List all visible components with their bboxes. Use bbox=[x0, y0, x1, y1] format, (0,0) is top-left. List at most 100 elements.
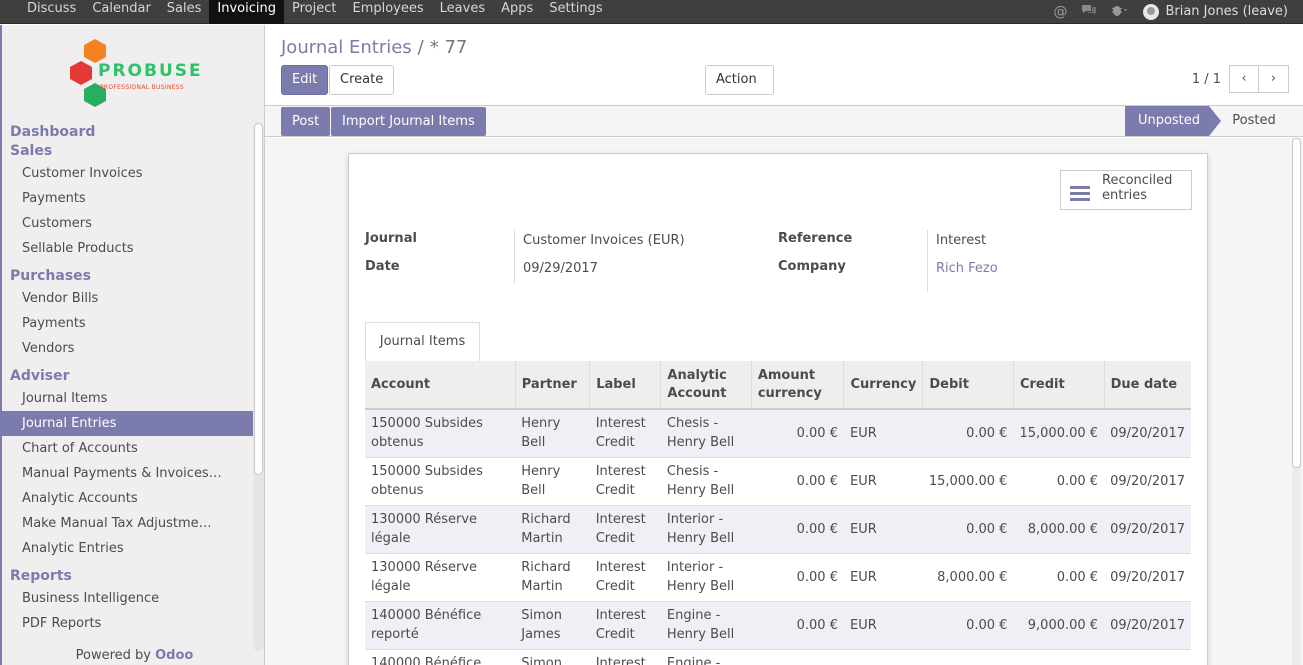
sidebar-item-journal-items[interactable]: Journal Items bbox=[10, 386, 253, 411]
col-credit[interactable]: Credit bbox=[1013, 361, 1105, 410]
table-row[interactable]: 150000 Subsides obtenus Henry Bell Interes… bbox=[365, 457, 1191, 506]
sidebar-item-business-intelligence[interactable]: ▶Business Intelligence bbox=[10, 586, 253, 611]
sidebar-section-purchases[interactable]: Purchases bbox=[10, 267, 253, 286]
sidebar-scrollbar[interactable] bbox=[253, 123, 264, 651]
cell-currency: EUR bbox=[843, 601, 923, 650]
sidebar-item-payments[interactable]: Payments bbox=[10, 186, 253, 211]
main-content: Journal Entries / * 77 Edit Create Action … bbox=[265, 25, 1303, 665]
cell-partner: Simon James bbox=[515, 649, 590, 665]
cell-partner: Henry Bell bbox=[515, 457, 590, 506]
logo-hex-red bbox=[70, 61, 92, 85]
cell-debit: 0.00 € bbox=[922, 505, 1014, 554]
action-dropdown[interactable]: Action ▼ bbox=[705, 65, 774, 113]
cell-amount-currency: 0.00 € bbox=[751, 457, 844, 506]
app-menu: Discuss Calendar Sales Invoicing Project… bbox=[19, 0, 611, 24]
company-logo: PROBUSE PROFESSIONAL BUSINESS bbox=[66, 37, 206, 113]
sidebar-item-journal-entries[interactable]: Journal Entries bbox=[2, 411, 253, 436]
table-row[interactable]: 130000 Réserve légale Richard Martin Inter… bbox=[365, 553, 1191, 602]
table-row[interactable]: 140000 Bénéfice reportéSimon JamesIntere… bbox=[365, 601, 1191, 650]
sidebar-section-sales[interactable]: Sales bbox=[10, 142, 253, 161]
cell-currency: EUR bbox=[843, 457, 923, 506]
stage-posted[interactable]: Posted bbox=[1219, 106, 1289, 136]
reconciled-entries-button[interactable]: Reconciled entries bbox=[1060, 170, 1192, 210]
menu-sales[interactable]: Sales bbox=[159, 0, 210, 24]
chevron-right-icon[interactable]: › bbox=[1259, 65, 1289, 93]
sidebar-item-customers[interactable]: Customers bbox=[10, 211, 253, 236]
cell-partner: Simon James bbox=[515, 601, 590, 650]
cell-partner: Richard Martin bbox=[515, 505, 590, 554]
bug-icon[interactable] bbox=[1111, 3, 1129, 21]
table-row[interactable]: 150000 Subsides obtenus Henry Bell Interes… bbox=[365, 409, 1191, 458]
cell-debit: 9,000.00 € bbox=[922, 649, 1014, 665]
sidebar-scrollbar-thumb[interactable] bbox=[254, 123, 263, 475]
powered-by-brand[interactable]: Odoo bbox=[155, 648, 193, 663]
menu-project[interactable]: Project bbox=[284, 0, 344, 24]
sidebar-item-label: PDF Reports bbox=[22, 616, 102, 631]
col-due-date[interactable]: Due date bbox=[1104, 361, 1191, 410]
main-scrollbar-thumb[interactable] bbox=[1292, 138, 1301, 468]
edit-button[interactable]: Edit bbox=[281, 65, 329, 95]
sidebar-item-manual-payments[interactable]: Manual Payments & Invoices… bbox=[10, 461, 253, 486]
user-menu[interactable]: Brian Jones (leave) bbox=[1143, 4, 1288, 20]
sidebar-item-manual-tax-adjustment[interactable]: Make Manual Tax Adjustme… bbox=[10, 511, 253, 536]
sidebar-item-sellable-products[interactable]: Sellable Products bbox=[10, 236, 253, 261]
breadcrumb-parent[interactable]: Journal Entries bbox=[281, 37, 412, 58]
col-amount-currency[interactable]: Amount currency bbox=[751, 361, 845, 410]
sidebar-item-customer-invoices[interactable]: Customer Invoices bbox=[10, 161, 253, 186]
breadcrumb-separator: / bbox=[417, 37, 424, 58]
menu-calendar[interactable]: Calendar bbox=[84, 0, 158, 24]
cell-analytic-account: Engine - Henry Bell bbox=[660, 601, 752, 650]
cell-account: 130000 Réserve légale bbox=[365, 553, 516, 602]
sidebar-item-analytic-entries[interactable]: Analytic Entries bbox=[10, 536, 253, 561]
sidebar-item-chart-of-accounts[interactable]: Chart of Accounts bbox=[10, 436, 253, 461]
at-sign-icon[interactable]: @ bbox=[1053, 4, 1067, 20]
cell-amount-currency: 0.00 € bbox=[751, 409, 844, 458]
menu-discuss[interactable]: Discuss bbox=[19, 0, 84, 24]
tab-journal-items[interactable]: Journal Items bbox=[365, 322, 480, 362]
col-debit[interactable]: Debit bbox=[922, 361, 1014, 410]
statusbar: Post Import Journal Items Unposted Poste… bbox=[265, 105, 1303, 137]
menu-leaves[interactable]: Leaves bbox=[432, 0, 493, 24]
date-value: 09/29/2017 bbox=[523, 261, 598, 276]
menu-employees[interactable]: Employees bbox=[344, 0, 431, 24]
cell-analytic-account: Engine - Henry Bell bbox=[660, 649, 752, 665]
col-partner[interactable]: Partner bbox=[515, 361, 591, 410]
sidebar-section-dashboard[interactable]: Dashboard bbox=[10, 123, 253, 142]
company-link[interactable]: Rich Fezo bbox=[936, 261, 998, 276]
sidebar-item-pdf-reports[interactable]: ▶PDF Reports bbox=[10, 611, 253, 636]
create-button[interactable]: Create bbox=[329, 65, 395, 95]
col-currency[interactable]: Currency bbox=[843, 361, 924, 410]
menu-settings[interactable]: Settings bbox=[541, 0, 610, 24]
cell-account: 150000 Subsides obtenus bbox=[365, 409, 516, 458]
sidebar-section-adviser[interactable]: Adviser bbox=[10, 367, 253, 386]
cell-account: 140000 Bénéfice reporté bbox=[365, 601, 516, 650]
reconciled-label-line2: entries bbox=[1102, 188, 1148, 203]
import-journal-items-button[interactable]: Import Journal Items bbox=[331, 107, 486, 136]
col-analytic-account[interactable]: Analytic Account bbox=[660, 361, 752, 410]
sidebar-item-vendor-payments[interactable]: Payments bbox=[10, 311, 253, 336]
cell-currency: EUR bbox=[843, 409, 923, 458]
cell-due-date: 09/20/2017 bbox=[1104, 457, 1191, 506]
sidebar-item-vendor-bills[interactable]: Vendor Bills bbox=[10, 286, 253, 311]
post-button[interactable]: Post bbox=[281, 107, 331, 136]
chevron-left-icon[interactable]: ‹ bbox=[1229, 65, 1259, 93]
sidebar-item-analytic-accounts[interactable]: Analytic Accounts bbox=[10, 486, 253, 511]
cell-amount-currency: 0.00 € bbox=[751, 649, 844, 665]
sidebar-item-vendors[interactable]: Vendors bbox=[10, 336, 253, 361]
menu-apps[interactable]: Apps bbox=[493, 0, 541, 24]
table-row[interactable]: 140000 Bénéfice reportéSimon JamesIntere… bbox=[365, 649, 1191, 665]
table-row[interactable]: 130000 Réserve légale Richard Martin Inter… bbox=[365, 505, 1191, 554]
col-label[interactable]: Label bbox=[589, 361, 662, 410]
sidebar-section-reports[interactable]: Reports bbox=[10, 567, 253, 586]
pager-value[interactable]: 1 / 1 bbox=[1192, 72, 1221, 87]
stage-unposted[interactable]: Unposted bbox=[1125, 106, 1221, 136]
action-label: Action bbox=[716, 72, 757, 87]
chat-bubbles-icon[interactable] bbox=[1081, 3, 1097, 21]
col-account[interactable]: Account bbox=[365, 361, 516, 410]
cell-analytic-account: Chesis - Henry Bell bbox=[660, 409, 752, 458]
menu-invoicing[interactable]: Invoicing bbox=[209, 0, 284, 24]
cell-credit: 9,000.00 € bbox=[1013, 601, 1105, 650]
cell-debit: 8,000.00 € bbox=[922, 553, 1014, 602]
cell-amount-currency: 0.00 € bbox=[751, 553, 844, 602]
main-scrollbar[interactable] bbox=[1292, 138, 1301, 665]
